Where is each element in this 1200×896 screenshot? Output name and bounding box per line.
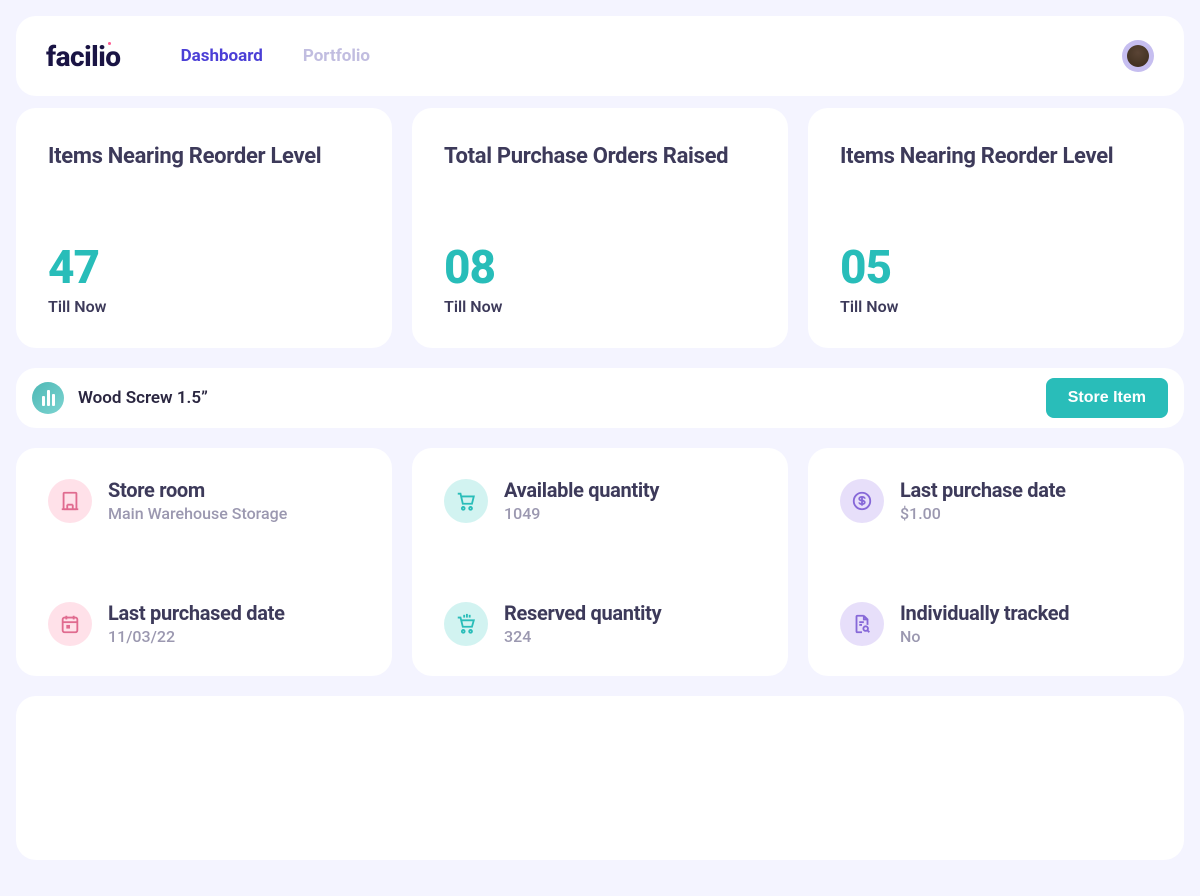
stat-sub: Till Now <box>840 297 1152 316</box>
calendar-icon <box>48 602 92 646</box>
detail-label: Store room <box>108 478 287 502</box>
detail-card-1: Store room Main Warehouse Storage Last p… <box>16 448 392 676</box>
detail-value: 324 <box>504 627 661 646</box>
detail-label: Last purchase date <box>900 478 1066 502</box>
nav: Dashboard Portfolio <box>181 46 1122 66</box>
cart-download-icon <box>444 602 488 646</box>
nav-portfolio[interactable]: Portfolio <box>303 46 370 66</box>
detail-label: Available quantity <box>504 478 659 502</box>
stat-sub: Till Now <box>444 297 756 316</box>
detail-label: Reserved quantity <box>504 601 661 625</box>
detail-last-purchase-price: Last purchase date $1.00 <box>840 478 1152 523</box>
document-search-icon <box>840 602 884 646</box>
stat-card-reorder-2: Items Nearing Reorder Level 05 Till Now <box>808 108 1184 348</box>
cart-icon <box>444 479 488 523</box>
detail-card-2: Available quantity 1049 Reserved quantit… <box>412 448 788 676</box>
detail-label: Individually tracked <box>900 601 1069 625</box>
bottom-panel <box>16 696 1184 860</box>
stat-title: Items Nearing Reorder Level <box>48 144 360 169</box>
detail-value: $1.00 <box>900 504 1066 523</box>
detail-label: Last purchased date <box>108 601 285 625</box>
item-name: Wood Screw 1.5” <box>78 388 1046 408</box>
logo: facilio <box>46 40 121 73</box>
stat-title: Total Purchase Orders Raised <box>444 144 756 169</box>
detail-value: 11/03/22 <box>108 627 285 646</box>
detail-available-qty: Available quantity 1049 <box>444 478 756 523</box>
dollar-icon <box>840 479 884 523</box>
stat-value: 08 <box>444 245 756 291</box>
stat-title: Items Nearing Reorder Level <box>840 144 1152 169</box>
avatar-image <box>1127 45 1149 67</box>
header-bar: facilio Dashboard Portfolio <box>16 16 1184 96</box>
stat-card-reorder-1: Items Nearing Reorder Level 47 Till Now <box>16 108 392 348</box>
stat-value: 05 <box>840 245 1152 291</box>
detail-value: 1049 <box>504 504 659 523</box>
details-row: Store room Main Warehouse Storage Last p… <box>16 448 1184 676</box>
item-bar: Wood Screw 1.5” Store Item <box>16 368 1184 428</box>
stat-card-purchase-orders: Total Purchase Orders Raised 08 Till Now <box>412 108 788 348</box>
stat-value: 47 <box>48 245 360 291</box>
detail-reserved-qty: Reserved quantity 324 <box>444 601 756 646</box>
nav-dashboard[interactable]: Dashboard <box>181 46 263 66</box>
stat-sub: Till Now <box>48 297 360 316</box>
detail-last-purchased-date: Last purchased date 11/03/22 <box>48 601 360 646</box>
detail-individually-tracked: Individually tracked No <box>840 601 1152 646</box>
detail-store-room: Store room Main Warehouse Storage <box>48 478 360 523</box>
detail-value: Main Warehouse Storage <box>108 504 287 523</box>
detail-value: No <box>900 627 1069 646</box>
building-icon <box>48 479 92 523</box>
store-item-button[interactable]: Store Item <box>1046 378 1168 418</box>
avatar[interactable] <box>1122 40 1154 72</box>
stats-row: Items Nearing Reorder Level 47 Till Now … <box>16 108 1184 348</box>
detail-card-3: Last purchase date $1.00 Individually tr… <box>808 448 1184 676</box>
item-thumbnail-icon <box>32 382 64 414</box>
